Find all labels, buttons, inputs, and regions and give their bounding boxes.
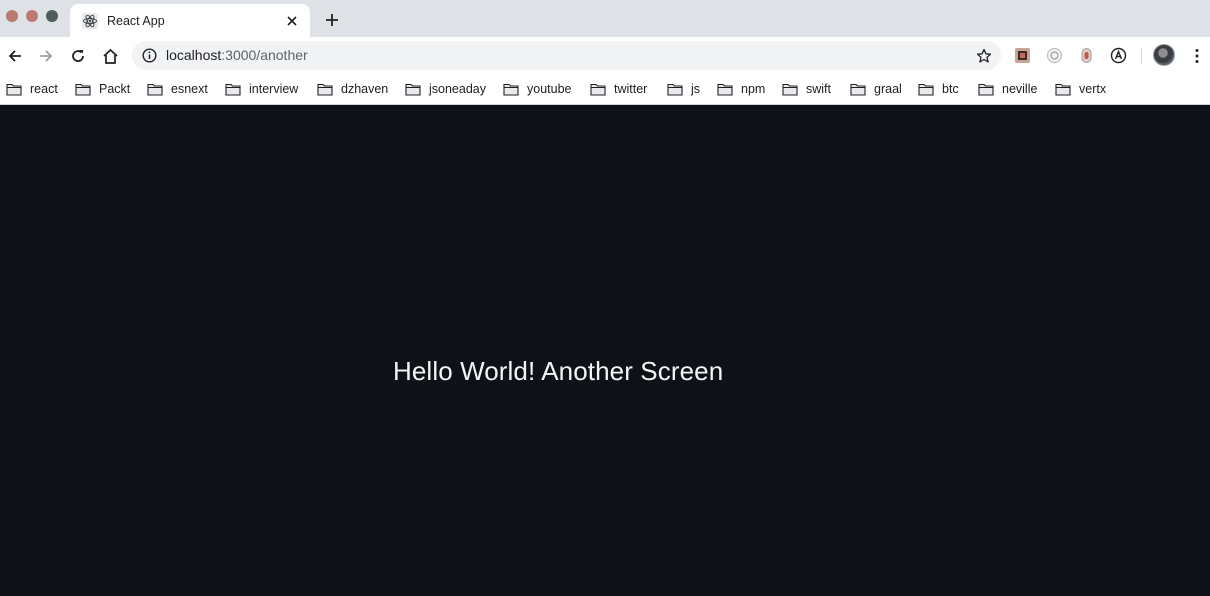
bookmark-label: npm [741,82,766,96]
bookmark-label: graal [874,82,902,96]
bookmark-label: react [30,82,58,96]
address-bar[interactable]: localhost:3000/another [132,41,1001,70]
more-menu-icon[interactable] [1187,45,1207,67]
folder-icon [590,83,606,96]
browser-tab-active[interactable]: React App [70,4,310,37]
react-atom-icon [81,12,98,29]
folder-icon [1055,83,1071,96]
window-minimize-button[interactable] [26,10,38,22]
extension-3-icon[interactable] [1077,46,1096,65]
bookmark-folder-react[interactable]: react [6,79,58,99]
bookmark-label: btc [942,82,959,96]
page-heading: Hello World! Another Screen [393,356,724,386]
bookmark-label: youtube [527,82,572,96]
tab-strip: React App [0,0,1210,37]
page-viewport: Hello World! Another Screen [0,106,1210,596]
folder-icon [850,83,866,96]
folder-icon [978,83,994,96]
tab-title: React App [107,13,165,28]
window-close-button[interactable] [6,10,18,22]
browser-toolbar: localhost:3000/another [0,37,1210,74]
extension-4-icon[interactable] [1109,46,1128,65]
bookmark-label: interview [249,82,299,96]
folder-icon [503,83,519,96]
bookmark-folder-neville[interactable]: neville [978,79,1037,99]
window-maximize-button[interactable] [46,10,58,22]
folder-icon [918,83,934,96]
folder-icon [317,83,333,96]
bookmark-folder-jsoneaday[interactable]: jsoneaday [405,79,486,99]
folder-icon [147,83,163,96]
new-tab-plus-icon[interactable] [321,9,343,31]
toolbar-separator [1141,48,1142,64]
folder-icon [405,83,421,96]
bookmark-folder-twitter[interactable]: twitter [590,79,647,99]
bookmark-folder-btc[interactable]: btc [918,79,959,99]
extension-1-icon[interactable] [1013,46,1032,65]
reload-icon[interactable] [65,43,91,69]
url-host: localhost [166,47,222,63]
bookmark-star-icon[interactable] [974,46,993,65]
bookmark-label: vertx [1079,82,1107,96]
site-info-icon[interactable] [141,47,158,64]
bookmark-folder-npm[interactable]: npm [717,79,765,99]
bookmark-label: Packt [99,82,131,96]
bookmark-folder-js[interactable]: js [667,79,700,99]
bookmark-label: dzhaven [341,82,389,96]
folder-icon [717,83,733,96]
bookmark-label: esnext [171,82,208,96]
bookmark-folder-packt[interactable]: Packt [75,79,130,99]
folder-icon [6,83,22,96]
folder-icon [667,83,683,96]
profile-avatar[interactable] [1153,44,1175,66]
bookmark-folder-dzhaven[interactable]: dzhaven [317,79,388,99]
bookmark-folder-graal[interactable]: graal [850,79,902,99]
bookmark-folder-swift[interactable]: swift [782,79,831,99]
folder-icon [225,83,241,96]
back-arrow-icon[interactable] [2,43,28,69]
bookmark-label: js [691,82,701,96]
extension-2-icon[interactable] [1045,46,1064,65]
tab-close-icon[interactable] [284,13,300,29]
bookmark-label: jsoneaday [429,82,486,96]
bookmark-label: twitter [614,82,648,96]
url-text: localhost:3000/another [166,47,308,63]
folder-icon [75,83,91,96]
bookmark-folder-interview[interactable]: interview [225,79,298,99]
bookmark-folder-esnext[interactable]: esnext [147,79,208,99]
forward-arrow-icon[interactable] [33,43,59,69]
bookmarks-bar: react Packt esnext interview dzhaven jso… [0,74,1210,105]
bookmark-label: neville [1002,82,1038,96]
bookmark-folder-vertx[interactable]: vertx [1055,79,1106,99]
home-icon[interactable] [97,43,123,69]
bookmark-label: swift [806,82,831,96]
url-path: :3000/another [221,47,308,63]
bookmark-folder-youtube[interactable]: youtube [503,79,571,99]
folder-icon [782,83,798,96]
